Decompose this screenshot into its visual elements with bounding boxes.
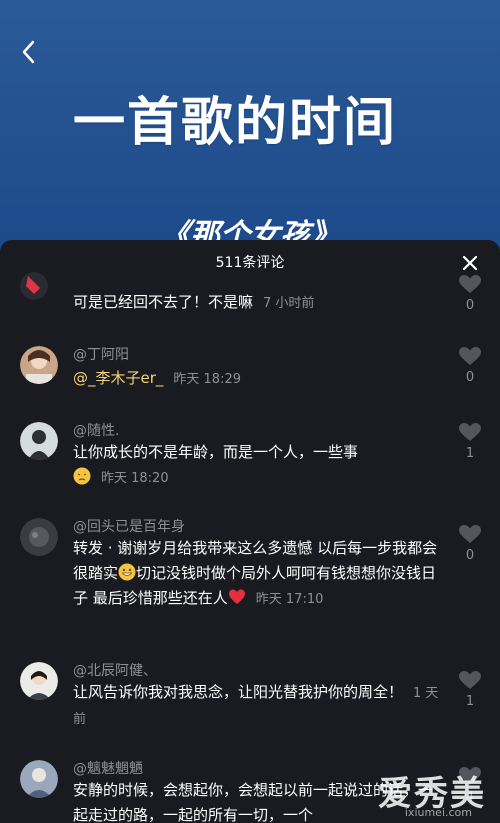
comment-mention[interactable]: @_李木子er_ — [73, 369, 163, 387]
comments-sheet: 511条评论 可是已经回不去了！不是嘛 7 小时前 0 @丁阿阳 @_李木子er… — [0, 240, 500, 823]
avatar[interactable] — [20, 518, 58, 556]
comment-text: 转发 · 谢谢岁月给我带来这么多遗憾 以后每一步我都会很踏实 切记没钱时做个局外人… — [73, 536, 443, 612]
back-icon[interactable] — [18, 34, 48, 70]
comment-time: 昨天 18:20 — [101, 471, 169, 486]
comment-text: @_李木子er_ 昨天 18:29 — [73, 366, 443, 392]
comment-text: 让你成长的不是年龄，而是一个人，一些事 昨天 18:20 — [73, 440, 443, 491]
comment-time: 昨天 18:29 — [173, 372, 242, 387]
like-button[interactable]: 0 — [458, 274, 482, 313]
like-button[interactable]: 1 — [458, 670, 482, 709]
avatar[interactable] — [20, 760, 58, 798]
like-count: 0 — [465, 370, 475, 385]
like-count: 0 — [465, 298, 475, 313]
comment-body: 让你成长的不是年龄，而是一个人，一些事 — [73, 443, 359, 461]
heart-icon — [459, 347, 481, 365]
like-button[interactable]: 1 — [458, 422, 482, 461]
avatar[interactable] — [20, 422, 58, 460]
like-count: 0 — [465, 548, 475, 563]
comments-count-title: 511条评论 — [215, 255, 285, 271]
like-count: 1 — [465, 446, 475, 461]
sad-face-icon — [73, 467, 91, 485]
comment-time: 昨天 17:10 — [255, 592, 324, 607]
like-button[interactable]: 0 — [458, 524, 482, 563]
comment-item: @丁阿阳 @_李木子er_ 昨天 18:29 0 — [0, 344, 500, 424]
song-title: 一首歌的时间 — [72, 93, 397, 153]
comment-time: 7 小时前 — [263, 296, 315, 311]
comment-item: @随性. 让你成长的不是年龄，而是一个人，一些事 昨天 18:20 1 — [0, 420, 500, 520]
comment-item: @北辰阿健、 让风告诉你我对我思念，让阳光替我护你的周全！ 1 天前 1 — [0, 660, 500, 760]
avatar[interactable] — [20, 272, 48, 300]
song-subtitle: 《那个女孩》 — [160, 218, 340, 244]
heart-icon — [459, 671, 481, 689]
comment-username[interactable]: @魑魅魍魉 — [73, 758, 143, 778]
comment-item: 可是已经回不去了！不是嘛 7 小时前 0 — [0, 272, 500, 330]
grin-face-icon — [118, 563, 136, 581]
comment-body: 可是已经回不去了！不是嘛 — [73, 293, 254, 311]
comment-username[interactable]: @北辰阿健、 — [73, 660, 157, 680]
comment-body: 让风告诉你我对我思念，让阳光替我护你的周全！ — [73, 683, 404, 701]
avatar[interactable] — [20, 346, 58, 384]
like-count: 1 — [465, 694, 475, 709]
comment-text: 让风告诉你我对我思念，让阳光替我护你的周全！ 1 天前 — [73, 680, 443, 732]
comment-username[interactable]: @回头已是百年身 — [73, 516, 185, 536]
comment-text: 可是已经回不去了！不是嘛 7 小时前 — [73, 290, 443, 316]
heart-icon — [459, 275, 481, 293]
comment-username[interactable]: @丁阿阳 — [73, 344, 129, 364]
watermark-url: ixiumei.com — [404, 806, 472, 819]
comment-username[interactable]: @随性. — [73, 420, 119, 440]
heart-icon — [459, 423, 481, 441]
avatar[interactable] — [20, 662, 58, 700]
like-button[interactable]: 0 — [458, 346, 482, 385]
heart-icon — [459, 525, 481, 543]
red-heart-icon — [228, 589, 245, 604]
comment-item: @回头已是百年身 转发 · 谢谢岁月给我带来这么多遗憾 以后每一步我都会很踏实切… — [0, 516, 500, 666]
